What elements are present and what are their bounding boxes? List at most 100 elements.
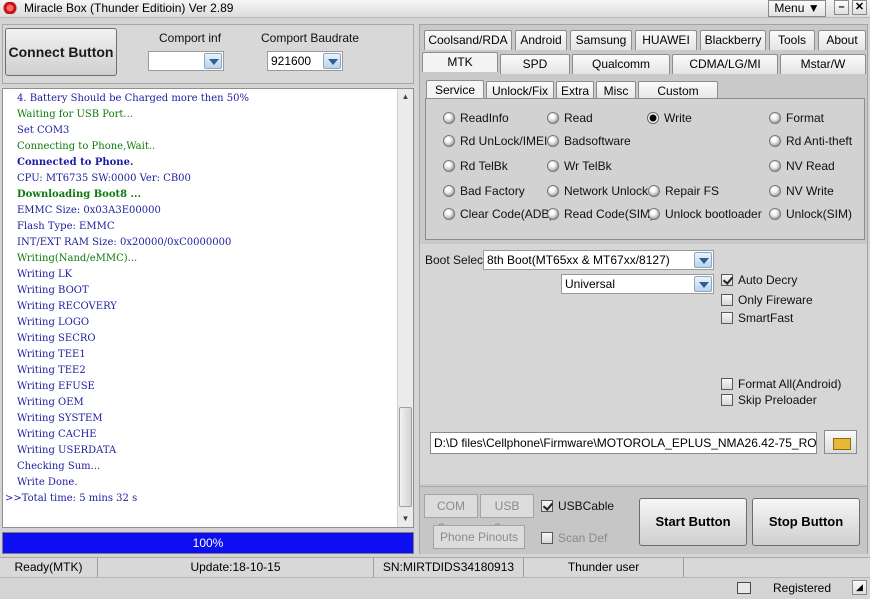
radio-write-label: Write	[664, 111, 692, 125]
tab-qualcomm[interactable]: Qualcomm	[572, 54, 670, 74]
com-scan-button[interactable]: COM Scan	[424, 494, 478, 535]
log-scrollbar[interactable]: ▲ ▼	[397, 89, 413, 527]
tab-android[interactable]: Android	[515, 30, 567, 50]
app-eye-icon	[2, 2, 18, 14]
radio-bad-factory[interactable]: Bad Factory	[443, 183, 525, 199]
log-line: INT/EXT RAM Size: 0x20000/0xC0000000	[17, 237, 232, 248]
log-line: EMMC Size: 0x03A3E00000	[17, 205, 161, 216]
boot-select[interactable]: 8th Boot(MT65xx & MT67xx/8127)	[483, 250, 714, 270]
log-line: Writing RECOVERY	[17, 301, 117, 312]
log-output[interactable]: 4. Battery Should be Charged more then 5…	[2, 88, 414, 528]
chevron-down-icon[interactable]	[204, 53, 222, 69]
radio-unlock-sim[interactable]: Unlock(SIM)	[769, 206, 852, 222]
radio-badsoftware-label: Badsoftware	[564, 134, 631, 148]
phone-pinouts-button[interactable]: Phone Pinouts	[433, 525, 525, 549]
log-line: Writing USERDATA	[17, 445, 117, 456]
boot-select-label: Boot Select:	[425, 253, 490, 267]
only-fireware-checkbox[interactable]: Only Fireware	[721, 292, 813, 308]
radio-rd-unlock-imei[interactable]: Rd UnLock/IMEI	[443, 133, 547, 149]
radio-icon	[547, 112, 559, 124]
radio-icon	[648, 208, 660, 220]
radio-nv-read-label: NV Read	[786, 159, 835, 173]
radio-read-code-sim[interactable]: Read Code(SIM)	[547, 206, 654, 222]
radio-icon	[648, 185, 660, 197]
scroll-up-icon[interactable]: ▲	[399, 90, 412, 104]
baudrate-select[interactable]: 921600	[267, 51, 343, 71]
scan-def-label: Scan Def	[558, 531, 608, 545]
subtab-service[interactable]: Service	[426, 80, 484, 100]
log-lines: 4. Battery Should be Charged more then 5…	[3, 91, 397, 507]
radio-read-label: Read	[564, 111, 593, 125]
tab-samsung[interactable]: Samsung	[570, 30, 632, 50]
radio-rd-antitheft[interactable]: Rd Anti-theft	[769, 133, 852, 149]
radio-icon	[769, 160, 781, 172]
radio-unlock-bootloader-label: Unlock bootloader	[665, 207, 762, 221]
radio-icon	[443, 135, 455, 147]
boot-select-value: 8th Boot(MT65xx & MT67xx/8127)	[487, 253, 670, 267]
status-ready: Ready(MTK)	[0, 558, 98, 578]
radio-badsoftware[interactable]: Badsoftware	[547, 133, 631, 149]
scroll-thumb[interactable]	[399, 407, 412, 507]
log-line: Writing SECRO	[17, 333, 96, 344]
log-line: Writing OEM	[17, 397, 84, 408]
tab-coolsand-rda[interactable]: Coolsand/RDA	[424, 30, 512, 50]
tab-mtk[interactable]: MTK	[422, 52, 498, 72]
scan-def-checkbox[interactable]: Scan Def	[541, 530, 607, 546]
usb-cable-checkbox[interactable]: USBCable	[541, 498, 614, 514]
radio-icon	[443, 185, 455, 197]
chevron-down-icon[interactable]	[694, 276, 712, 292]
tab-huawei[interactable]: HUAWEI	[635, 30, 697, 50]
resize-grip-icon[interactable]: ◢	[852, 580, 867, 595]
radio-clear-code-adb[interactable]: Clear Code(ADB)	[443, 206, 553, 222]
radio-nv-write[interactable]: NV Write	[769, 183, 834, 199]
tab-blackberry[interactable]: Blackberry	[700, 30, 766, 50]
log-line: Writing CACHE	[17, 429, 97, 440]
smartfast-checkbox[interactable]: SmartFast	[721, 310, 793, 326]
baudrate-value: 921600	[271, 54, 312, 68]
radio-write[interactable]: Write	[647, 110, 692, 126]
radio-bad-factory-label: Bad Factory	[460, 184, 525, 198]
universal-select[interactable]: Universal	[561, 274, 714, 294]
radio-read[interactable]: Read	[547, 110, 593, 126]
comport-select[interactable]	[148, 51, 224, 71]
checkbox-icon	[721, 312, 733, 324]
firmware-path-field[interactable]: D:\D files\Cellphone\Firmware\MOTOROLA_E…	[430, 432, 817, 454]
tab-tools[interactable]: Tools	[769, 30, 815, 50]
log-line: CPU: MT6735 SW:0000 Ver: CB00	[17, 173, 191, 184]
tab-cdma-lg-mi[interactable]: CDMA/LG/MI	[672, 54, 778, 74]
log-line: 4. Battery Should be Charged more then 5…	[17, 93, 249, 104]
chevron-down-icon[interactable]	[323, 53, 341, 69]
close-icon[interactable]: ✕	[852, 0, 867, 15]
radio-read-code-label: Read Code(SIM)	[564, 207, 655, 221]
radio-repair-fs[interactable]: Repair FS	[648, 183, 719, 199]
tab-spd[interactable]: SPD	[500, 54, 570, 74]
radio-nv-read[interactable]: NV Read	[769, 158, 835, 174]
checkbox-icon	[541, 532, 553, 544]
chevron-down-icon[interactable]	[694, 252, 712, 268]
tab-about[interactable]: About	[818, 30, 866, 50]
open-folder-icon[interactable]	[824, 430, 857, 454]
usb-scan-button[interactable]: USB Scan	[480, 494, 534, 535]
start-button[interactable]: Start Button	[639, 498, 747, 546]
radio-rd-telbk[interactable]: Rd TelBk	[443, 158, 508, 174]
radio-unlock-bootloader[interactable]: Unlock bootloader	[648, 206, 762, 222]
radio-network-unlock[interactable]: Network Unlock	[547, 183, 648, 199]
radio-readinfo[interactable]: ReadInfo	[443, 110, 509, 126]
radio-wr-telbk[interactable]: Wr TelBk	[547, 158, 612, 174]
radio-format[interactable]: Format	[769, 110, 824, 126]
stop-button[interactable]: Stop Button	[752, 498, 860, 546]
log-line: Write Done.	[17, 477, 78, 488]
tab-mstar-w[interactable]: Mstar/W	[780, 54, 866, 74]
log-line: Checking Sum...	[17, 461, 101, 472]
status-bar-secondary: Registered ◢	[0, 577, 870, 599]
menu-button[interactable]: Menu ▼	[768, 0, 826, 17]
radio-icon	[547, 135, 559, 147]
minimize-icon[interactable]: –	[834, 0, 849, 15]
auto-decry-checkbox[interactable]: Auto Decry	[721, 272, 797, 288]
radio-nv-write-label: NV Write	[786, 184, 834, 198]
skip-preloader-checkbox[interactable]: Skip Preloader	[721, 392, 817, 408]
usb-cable-label: USBCable	[558, 499, 615, 513]
scroll-down-icon[interactable]: ▼	[399, 512, 412, 526]
format-all-checkbox[interactable]: Format All(Android)	[721, 376, 841, 392]
connect-button[interactable]: Connect Button	[5, 28, 117, 76]
